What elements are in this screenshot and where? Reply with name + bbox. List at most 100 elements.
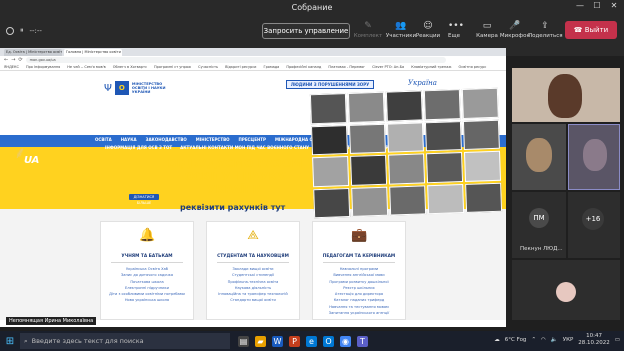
bookmark[interactable]: Платовах - Перемог [328, 64, 365, 70]
avatar: ПМ [529, 208, 549, 228]
avatar [556, 282, 576, 302]
powerpoint-icon[interactable]: P [289, 335, 300, 347]
collage-photo [350, 154, 388, 186]
back-icon[interactable]: ← [4, 57, 8, 63]
photo-collage [309, 87, 503, 219]
collage-photo [313, 187, 351, 219]
taskbar-search[interactable]: ⌕ Введите здесь текст для поиска [20, 333, 230, 349]
more-participants-count: +16 [582, 208, 604, 230]
main-menu: ОСВІТА НАУКА ЗАКОНОДАВСТВО МІНІСТЕРСТВО … [95, 137, 336, 142]
briefcase-icon: 💼 [351, 228, 368, 243]
bookmark[interactable]: Громада [263, 64, 279, 70]
share-button[interactable]: ⇪ Поделиться [528, 21, 563, 39]
bookmark[interactable]: Не чей -- Сем'я мов'в [67, 64, 105, 70]
requisites-link[interactable]: реквізити рахунків тут [180, 203, 285, 212]
tray-chevron-icon[interactable]: ⌃ [531, 337, 536, 343]
participants-icon: 👥 [395, 21, 407, 31]
edge-icon[interactable]: e [306, 335, 317, 347]
leave-button[interactable]: ☎ Выйти [565, 21, 617, 39]
menu-item[interactable]: ОСВІТА [95, 137, 112, 142]
bookmark[interactable]: Про інформування [26, 64, 60, 70]
language[interactable]: УКР [563, 337, 574, 343]
task-view-icon[interactable]: ▤ [238, 335, 249, 347]
ua-mark: UA [24, 155, 40, 166]
chrome-icon[interactable]: ◉ [340, 335, 351, 347]
share-icon: ⇪ [541, 21, 549, 31]
ukraina-logo: Україна [408, 79, 437, 87]
accessibility-banner[interactable]: ЛЮДИНИ З ПОРУШЕННЯМИ ЗОРУ [286, 80, 374, 89]
teams-icon[interactable]: T [357, 335, 368, 347]
taskbar-apps: ▤ ▰ W P e O ◉ T [238, 335, 368, 347]
wifi-icon[interactable]: ◠ [541, 337, 546, 343]
bookmark[interactable]: Clever PTO: Ан-Ба [372, 64, 404, 70]
collage-photo [348, 123, 386, 154]
maximize-icon[interactable]: ☐ [590, 1, 604, 10]
windows-start-icon[interactable]: ⊞ [0, 336, 20, 347]
menu-item[interactable]: ІНФОРМАЦІЯ ДЛЯ ОСВ З ТОТ [105, 145, 172, 150]
participant-video-tile[interactable] [512, 124, 566, 190]
card-link[interactable]: Нова українська школа [101, 297, 193, 303]
collage-photo [388, 153, 426, 185]
bookmark[interactable]: Професійні каналд [286, 64, 321, 70]
menu-item[interactable]: АКТУАЛЬНІ КОНТАКТИ МОН ПІД ЧАС ВОЄННОГО … [180, 145, 309, 150]
menu-item[interactable]: ПРЕСЦЕНТР [239, 137, 266, 142]
search-icon: ⌕ [24, 336, 28, 345]
browser-tab-active[interactable]: Головна | Міністерство освіти [64, 49, 122, 56]
address-bar[interactable]: mon.gov.ua/ua [25, 57, 446, 63]
notification-icon[interactable]: ▭ [615, 337, 620, 343]
site-logo[interactable]: Ψ О МІНІСТЕРСТВО ОСВІТИ І НАУКИ УКРАЇНИ [104, 81, 174, 95]
bookmark[interactable]: Сучасність [198, 64, 218, 70]
reload-icon[interactable]: ⟳ [18, 57, 22, 63]
more-button[interactable]: ••• Еще [437, 21, 471, 39]
bookmark[interactable]: Відкриті ресурси [225, 64, 256, 70]
collage-photo [465, 182, 503, 213]
collage-photo [389, 184, 427, 216]
bookmark[interactable]: Програмні ст упраж [154, 64, 191, 70]
bookmark[interactable]: Клавіатурний тренаж [411, 64, 451, 70]
menu-item[interactable]: НАУКА [121, 137, 137, 142]
outlook-icon[interactable]: O [323, 335, 334, 347]
word-icon[interactable]: W [272, 335, 283, 347]
participant-video [548, 74, 582, 118]
card-teachers-managers: 💼 ПЕДАГОГАМ ТА КЕРІВНИКАМ Навчальні прог… [312, 221, 406, 320]
shared-screen: Ед. Освіта | Міністерство освіти Головна… [0, 48, 506, 327]
system-tray: ☁ 6°C Fog ⌃ ◠ 🔈 УКР 10:47 28.10.2022 ▭ [494, 333, 620, 347]
meeting-title: Собрание [291, 3, 333, 12]
microphone-button[interactable]: 🎤 Микрофон [498, 21, 532, 39]
collage-photo [347, 91, 385, 123]
more-participants-tile[interactable]: +16 [568, 192, 620, 258]
participant-video [583, 139, 607, 171]
collage-photo [463, 150, 502, 182]
menu-item[interactable]: ЗАКОНОДАВСТВО [146, 137, 187, 142]
collage-photo [424, 120, 462, 152]
learn-more-button[interactable]: ДІЗНАТИСЯ БІЛЬШЕ [129, 194, 159, 205]
bookmark[interactable]: Освітня ресурс [459, 64, 487, 70]
compass-icon: ⟁ [247, 228, 259, 243]
reactions-icon: ☺ [423, 21, 433, 31]
dim-tool: ✎ Комплект [353, 21, 383, 39]
browser-tab[interactable]: Ед. Освіта | Міністерство освіти [4, 49, 62, 56]
weather[interactable]: 6°C Fog [505, 337, 527, 343]
bookmark[interactable]: ЯНДЕКС [4, 64, 19, 70]
close-icon[interactable]: ✕ [607, 1, 621, 10]
menu-item[interactable]: МІНІСТЕРСТВО [196, 137, 230, 142]
card-link[interactable]: Запитання українського агенції [313, 310, 405, 316]
minimize-icon[interactable]: — [573, 1, 587, 10]
card-link[interactable]: Стандарти вищої освіти [207, 297, 299, 303]
pause-icon: ⏸ [20, 26, 24, 34]
volume-icon[interactable]: 🔈 [551, 337, 558, 343]
phone-icon: ☎ [573, 26, 583, 34]
collage-photo [423, 89, 461, 120]
forward-icon[interactable]: → [11, 57, 15, 63]
collage-photo [461, 87, 499, 119]
participant-video-tile[interactable] [568, 124, 620, 190]
bookmark[interactable]: Облегч в Хогвартс [113, 64, 147, 70]
participants-panel: ПМ Пекнун ЛЮД... +16 [512, 68, 624, 328]
clock[interactable]: 10:47 28.10.2022 [578, 333, 610, 347]
participant-tile[interactable] [512, 260, 620, 320]
microphone-icon: 🎤 [509, 21, 521, 31]
participant-video-tile[interactable] [512, 68, 620, 122]
participant-tile[interactable]: ПМ Пекнун ЛЮД... [512, 192, 566, 258]
file-explorer-icon[interactable]: ▰ [255, 335, 266, 347]
request-control-button[interactable]: Запросить управление [262, 23, 350, 39]
